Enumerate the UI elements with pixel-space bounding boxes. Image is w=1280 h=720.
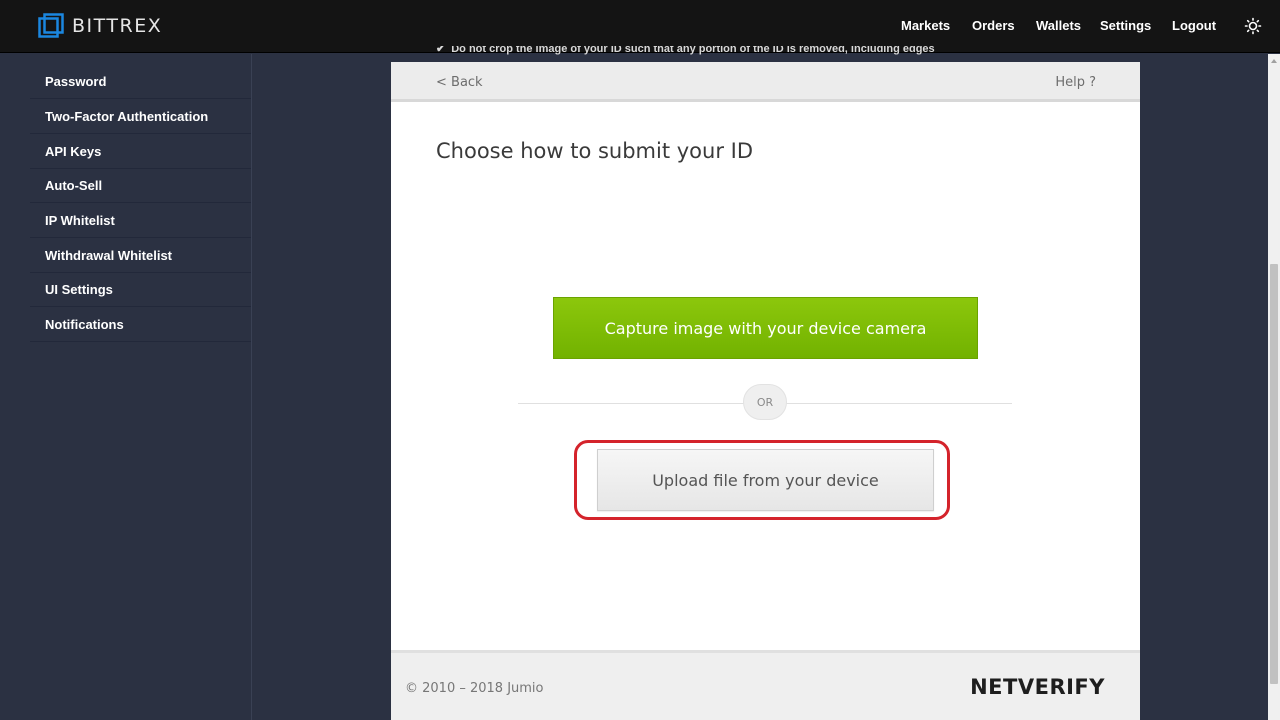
nav-logout[interactable]: Logout (1172, 18, 1216, 33)
id-verification-panel: < Back Help ? Choose how to submit your … (391, 62, 1140, 720)
nav-orders[interactable]: Orders (972, 18, 1015, 33)
back-link[interactable]: < Back (436, 75, 483, 90)
check-icon: ✔ (436, 46, 446, 55)
sidebar-item-api-keys[interactable]: API Keys (30, 135, 251, 169)
sidebar-item-ui-settings[interactable]: UI Settings (30, 273, 251, 307)
help-link[interactable]: Help ? (1055, 75, 1096, 90)
capture-camera-button[interactable]: Capture image with your device camera (553, 297, 978, 359)
background-instruction-text: Do not crop the image of your ID such th… (451, 46, 935, 55)
nav-markets[interactable]: Markets (901, 18, 950, 33)
nav-wallets[interactable]: Wallets (1036, 18, 1081, 33)
sidebar-item-withdrawal-whitelist[interactable]: Withdrawal Whitelist (30, 239, 251, 273)
or-divider-label: OR (743, 384, 787, 420)
sidebar-item-two-factor[interactable]: Two-Factor Authentication (30, 100, 251, 134)
sun-icon[interactable] (1244, 17, 1262, 35)
sidebar-item-ip-whitelist[interactable]: IP Whitelist (30, 204, 251, 238)
sidebar-item-password[interactable]: Password (30, 65, 251, 99)
background-instruction: ✔ Do not crop the image of your ID such t… (436, 46, 1136, 58)
page-scrollbar[interactable] (1268, 54, 1280, 720)
scroll-up-arrow-icon[interactable] (1271, 59, 1277, 63)
settings-sidebar: Password Two-Factor Authentication API K… (0, 54, 252, 720)
bittrex-logo-icon (38, 13, 64, 39)
panel-header: < Back Help ? (391, 62, 1140, 102)
sidebar-item-notifications[interactable]: Notifications (30, 308, 251, 342)
brand-name: BITTREX (72, 15, 163, 37)
panel-footer: © 2010 – 2018 Jumio NETVERIFY (391, 650, 1140, 720)
nav-settings[interactable]: Settings (1100, 18, 1151, 33)
scroll-thumb[interactable] (1270, 264, 1278, 684)
page-title: Choose how to submit your ID (436, 139, 754, 163)
brand[interactable]: BITTREX (38, 13, 162, 39)
upload-file-button[interactable]: Upload file from your device (597, 449, 934, 511)
copyright-text: © 2010 – 2018 Jumio (405, 681, 544, 696)
sidebar-item-auto-sell[interactable]: Auto-Sell (30, 169, 251, 203)
netverify-logo: NETVERIFY (970, 675, 1105, 699)
